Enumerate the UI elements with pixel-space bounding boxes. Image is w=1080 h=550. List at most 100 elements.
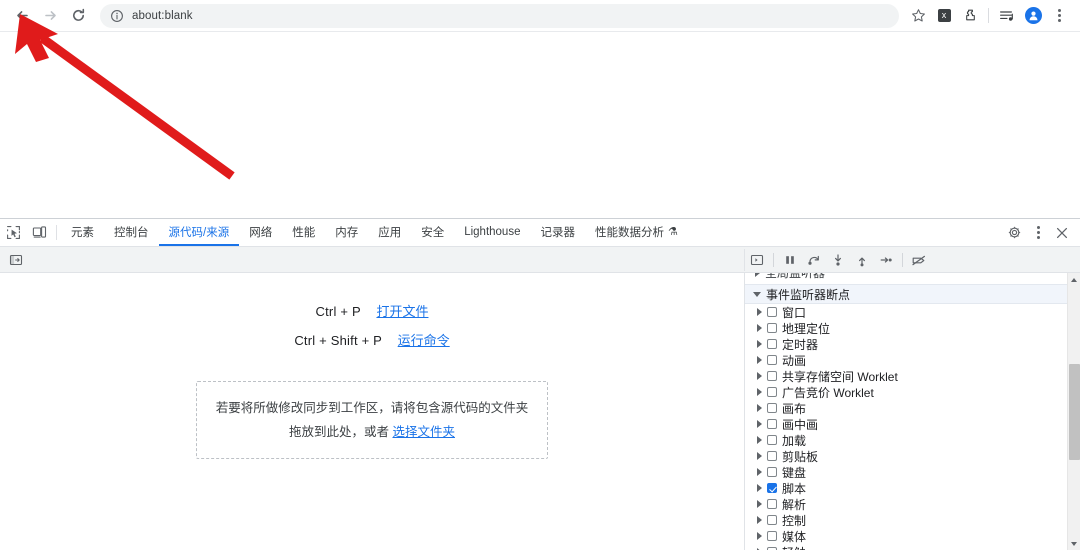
- breakpoint-checkbox[interactable]: [767, 371, 777, 381]
- tab-memory[interactable]: 内存: [325, 219, 368, 246]
- close-icon[interactable]: [1050, 226, 1074, 240]
- breakpoint-checkbox[interactable]: [767, 387, 777, 397]
- chevron-right-icon[interactable]: [757, 516, 762, 524]
- breakpoint-label: 媒体: [782, 529, 807, 544]
- profile-avatar[interactable]: [1020, 3, 1046, 29]
- event-listener-breakpoints-header[interactable]: 事件监听器断点: [745, 284, 1080, 304]
- pause-resume-icon[interactable]: [778, 249, 802, 271]
- chevron-right-icon[interactable]: [757, 436, 762, 444]
- url-text[interactable]: about:blank: [132, 10, 193, 22]
- breakpoint-checkbox[interactable]: [767, 355, 777, 365]
- breakpoint-row[interactable]: 媒体: [745, 528, 1080, 544]
- breakpoint-checkbox[interactable]: [767, 483, 777, 493]
- extension-badge-icon[interactable]: x: [931, 3, 957, 29]
- tab-recorder[interactable]: 记录器: [530, 219, 585, 246]
- breakpoint-row[interactable]: 画布: [745, 400, 1080, 416]
- site-info-icon[interactable]: [110, 9, 124, 23]
- breakpoint-checkbox[interactable]: [767, 323, 777, 333]
- tab-performance-insights[interactable]: 性能数据分析 ⚗: [585, 219, 688, 246]
- step-into-icon[interactable]: [826, 249, 850, 271]
- bookmark-star-icon[interactable]: [905, 3, 931, 29]
- breakpoints-scroll-area[interactable]: 全局监听器 事件监听器断点 窗口 地理定位 定时器 动画 共享存储空间 Work…: [745, 273, 1080, 550]
- run-command-link[interactable]: 运行命令: [398, 333, 450, 348]
- breakpoint-row[interactable]: 键盘: [745, 464, 1080, 480]
- breakpoint-checkbox[interactable]: [767, 531, 777, 541]
- show-navigator-icon[interactable]: [4, 249, 28, 271]
- breakpoint-row[interactable]: 轻触: [745, 544, 1080, 550]
- tab-security[interactable]: 安全: [411, 219, 454, 246]
- step-icon[interactable]: [874, 249, 898, 271]
- breakpoint-row[interactable]: 剪贴板: [745, 448, 1080, 464]
- back-button[interactable]: [8, 2, 36, 30]
- chevron-right-icon[interactable]: [757, 324, 762, 332]
- open-file-link[interactable]: 打开文件: [376, 304, 428, 319]
- breakpoint-row[interactable]: 定时器: [745, 336, 1080, 352]
- device-toolbar-icon[interactable]: [26, 219, 52, 246]
- breakpoint-checkbox[interactable]: [767, 307, 777, 317]
- chevron-right-icon[interactable]: [757, 452, 762, 460]
- chevron-right-icon[interactable]: [757, 308, 762, 316]
- breakpoints-scrollbar[interactable]: [1067, 273, 1080, 550]
- breakpoint-label: 共享存储空间 Worklet: [782, 369, 898, 384]
- breakpoint-row[interactable]: 解析: [745, 496, 1080, 512]
- breakpoint-row[interactable]: 广告竞价 Worklet: [745, 384, 1080, 400]
- breakpoint-checkbox[interactable]: [767, 403, 777, 413]
- breakpoint-checkbox[interactable]: [767, 451, 777, 461]
- extensions-puzzle-icon[interactable]: [957, 3, 983, 29]
- chevron-right-icon[interactable]: [757, 372, 762, 380]
- chevron-right-icon[interactable]: [757, 468, 762, 476]
- scrollbar-track[interactable]: [1068, 286, 1080, 537]
- step-out-icon[interactable]: [850, 249, 874, 271]
- chevron-right-icon[interactable]: [757, 340, 762, 348]
- chrome-menu-button[interactable]: [1046, 3, 1072, 29]
- reload-button[interactable]: [64, 2, 92, 30]
- media-controls-icon[interactable]: [994, 3, 1020, 29]
- breakpoint-row[interactable]: 窗口: [745, 304, 1080, 320]
- chevron-right-icon[interactable]: [757, 484, 762, 492]
- partial-section-above[interactable]: 全局监听器: [745, 273, 1080, 284]
- tab-label: 内存: [335, 226, 359, 239]
- chevron-right-icon[interactable]: [757, 500, 762, 508]
- scroll-up-arrow-icon[interactable]: [1068, 273, 1080, 286]
- tab-lighthouse[interactable]: Lighthouse: [454, 219, 530, 246]
- chevron-right-icon[interactable]: [757, 404, 762, 412]
- breakpoint-row[interactable]: 控制: [745, 512, 1080, 528]
- workspace-dropzone[interactable]: 若要将所做修改同步到工作区，请将包含源代码的文件夹 拖放到此处，或者 选择文件夹: [196, 381, 548, 459]
- address-bar[interactable]: about:blank: [100, 3, 899, 28]
- chevron-right-icon[interactable]: [757, 532, 762, 540]
- breakpoint-row[interactable]: 加载: [745, 432, 1080, 448]
- forward-button[interactable]: [36, 2, 64, 30]
- breakpoint-checkbox[interactable]: [767, 435, 777, 445]
- partial-section-label: 全局监听器: [765, 273, 826, 280]
- breakpoint-checkbox[interactable]: [767, 339, 777, 349]
- gear-icon[interactable]: [1002, 225, 1026, 240]
- show-debugger-icon[interactable]: [745, 249, 769, 271]
- tab-console[interactable]: 控制台: [104, 219, 159, 246]
- scroll-down-arrow-icon[interactable]: [1068, 537, 1080, 550]
- workspace-line-2-wrap: 拖放到此处，或者 选择文件夹: [213, 420, 531, 444]
- tab-application[interactable]: 应用: [368, 219, 411, 246]
- breakpoint-row[interactable]: 画中画: [745, 416, 1080, 432]
- tab-performance[interactable]: 性能: [282, 219, 325, 246]
- breakpoint-row[interactable]: 动画: [745, 352, 1080, 368]
- chevron-right-icon[interactable]: [757, 420, 762, 428]
- tab-sources[interactable]: 源代码/来源: [158, 219, 240, 246]
- breakpoint-checkbox[interactable]: [767, 499, 777, 509]
- tab-elements[interactable]: 元素: [61, 219, 104, 246]
- breakpoint-checkbox[interactable]: [767, 419, 777, 429]
- step-over-icon[interactable]: [802, 249, 826, 271]
- breakpoint-row[interactable]: 地理定位: [745, 320, 1080, 336]
- chevron-right-icon[interactable]: [757, 388, 762, 396]
- breakpoint-checkbox[interactable]: [767, 467, 777, 477]
- scrollbar-thumb[interactable]: [1068, 364, 1080, 460]
- deactivate-breakpoints-icon[interactable]: [907, 249, 931, 271]
- breakpoint-row[interactable]: 共享存储空间 Worklet: [745, 368, 1080, 384]
- select-folder-link[interactable]: 选择文件夹: [392, 425, 455, 439]
- inspect-element-icon[interactable]: [0, 219, 26, 246]
- breakpoint-checkbox[interactable]: [767, 515, 777, 525]
- breakpoint-label: 动画: [782, 353, 807, 368]
- devtools-more-icon[interactable]: [1026, 226, 1050, 239]
- chevron-right-icon[interactable]: [757, 356, 762, 364]
- tab-network[interactable]: 网络: [239, 219, 282, 246]
- breakpoint-row-script[interactable]: 脚本: [745, 480, 1080, 496]
